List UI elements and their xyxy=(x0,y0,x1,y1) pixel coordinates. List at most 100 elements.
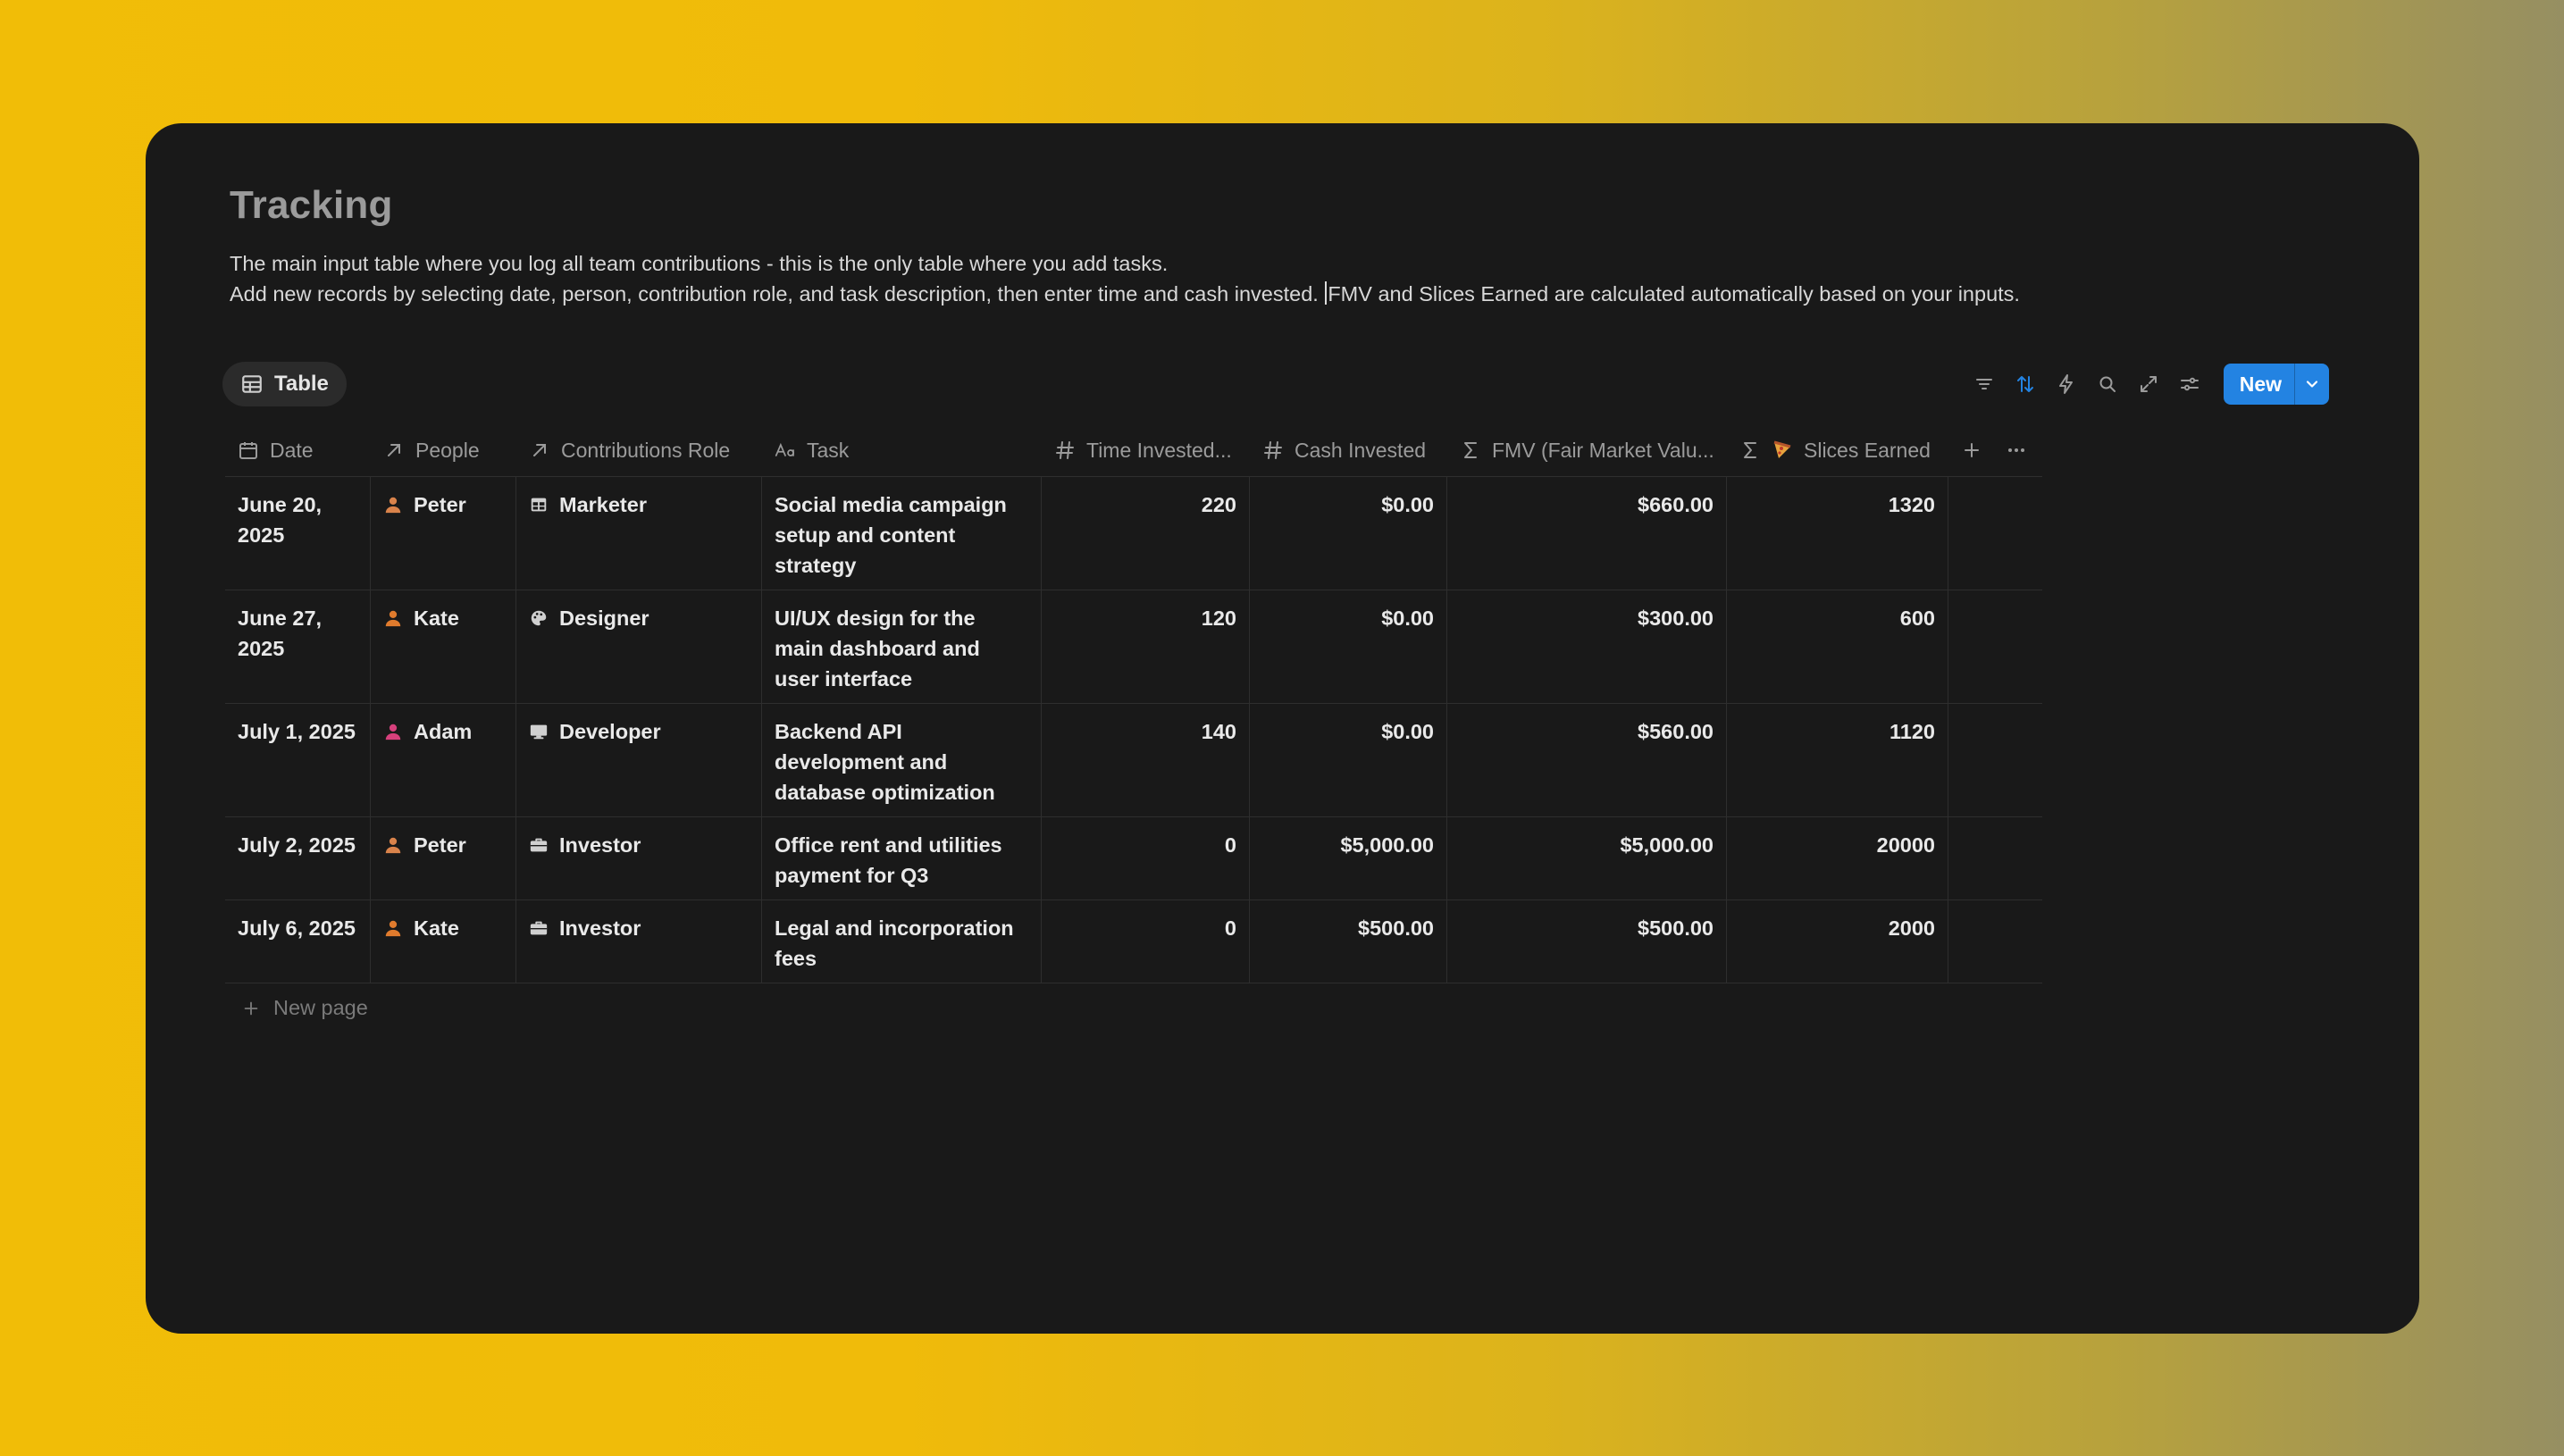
person-name: Peter xyxy=(414,833,466,857)
column-label: Time Invested... xyxy=(1086,438,1232,462)
cell-task[interactable]: Social media campaign setup and content … xyxy=(762,477,1042,590)
cell-slices-earned: 1320 xyxy=(1727,477,1948,590)
person-icon xyxy=(385,610,401,627)
formula-icon xyxy=(1464,442,1477,458)
description-line-2: Add new records by selecting date, perso… xyxy=(230,279,2020,309)
new-page-label: New page xyxy=(273,996,368,1019)
cell-role[interactable]: Designer xyxy=(516,590,762,703)
table-row[interactable]: July 6, 2025 Kate Investor Legal and incorp… xyxy=(225,900,2042,983)
more-icon[interactable] xyxy=(2006,439,2027,461)
table-icon xyxy=(242,375,262,393)
cell-cash-invested[interactable]: $0.00 xyxy=(1250,704,1447,816)
column-header-time[interactable]: Time Invested... xyxy=(1042,424,1250,476)
person-chip[interactable]: Kate xyxy=(383,603,503,633)
cell-date[interactable]: June 27, 2025 xyxy=(225,590,371,703)
person-icon xyxy=(385,837,401,854)
search-button[interactable] xyxy=(2093,370,2122,398)
cell-task[interactable]: Backend API development and database opt… xyxy=(762,704,1042,816)
cell-people[interactable]: Kate xyxy=(371,590,516,703)
role-chip[interactable]: Investor xyxy=(529,830,749,860)
column-header-cash[interactable]: Cash Invested xyxy=(1250,424,1447,476)
role-chip[interactable]: Investor xyxy=(529,913,749,943)
column-header-role[interactable]: Contributions Role xyxy=(516,424,762,476)
role-chip[interactable]: Designer xyxy=(529,603,749,633)
column-header-people[interactable]: People xyxy=(371,424,516,476)
cell-fmv: $5,000.00 xyxy=(1447,817,1727,900)
cell-role[interactable]: Investor xyxy=(516,900,762,983)
cell-role[interactable]: Developer xyxy=(516,704,762,816)
cell-empty xyxy=(1948,590,2042,703)
person-chip[interactable]: Peter xyxy=(383,490,503,520)
column-label: Slices Earned xyxy=(1804,438,1931,462)
person-name: Kate xyxy=(414,916,459,940)
column-header-slices[interactable]: Slices Earned xyxy=(1727,424,1948,476)
filter-button[interactable] xyxy=(1970,370,1998,398)
page-description[interactable]: The main input table where you log all t… xyxy=(230,248,2020,309)
cell-date[interactable]: July 6, 2025 xyxy=(225,900,371,983)
table-row[interactable]: June 27, 2025 Kate Designer UI/UX design fo… xyxy=(225,590,2042,704)
cell-slices-earned: 1120 xyxy=(1727,704,1948,816)
cell-cash-invested[interactable]: $500.00 xyxy=(1250,900,1447,983)
table-row[interactable]: June 20, 2025 Peter Marketer Social media c… xyxy=(225,477,2042,590)
view-settings-button[interactable] xyxy=(2175,370,2204,398)
role-name: Designer xyxy=(559,607,649,630)
cell-task[interactable]: Office rent and utilities payment for Q3 xyxy=(762,817,1042,900)
computer-icon xyxy=(530,724,548,740)
relation-arrow-icon xyxy=(533,444,546,456)
automation-button[interactable] xyxy=(2052,370,2081,398)
table-row[interactable]: July 1, 2025 Adam Developer Backend API dev… xyxy=(225,704,2042,817)
person-chip[interactable]: Kate xyxy=(383,913,503,943)
sort-button[interactable] xyxy=(2011,370,2040,398)
column-label: Date xyxy=(270,438,314,462)
cell-task[interactable]: UI/UX design for the main dashboard and … xyxy=(762,590,1042,703)
new-record-button[interactable]: New xyxy=(2224,364,2294,405)
person-chip[interactable]: Peter xyxy=(383,830,503,860)
expand-button[interactable] xyxy=(2134,370,2163,398)
cell-fmv: $560.00 xyxy=(1447,704,1727,816)
person-name: Peter xyxy=(414,493,466,516)
cell-fmv: $300.00 xyxy=(1447,590,1727,703)
person-chip[interactable]: Adam xyxy=(383,716,503,747)
view-tab-table[interactable]: Table xyxy=(222,362,347,406)
cell-date[interactable]: July 1, 2025 xyxy=(225,704,371,816)
filter-icon xyxy=(1975,379,1992,389)
cell-cash-invested[interactable]: $0.00 xyxy=(1250,590,1447,703)
cell-people[interactable]: Kate xyxy=(371,900,516,983)
column-header-task[interactable]: Task xyxy=(762,424,1042,476)
cell-time-invested[interactable]: 120 xyxy=(1042,590,1250,703)
cell-people[interactable]: Peter xyxy=(371,477,516,590)
cell-people[interactable]: Peter xyxy=(371,817,516,900)
cell-cash-invested[interactable]: $0.00 xyxy=(1250,477,1447,590)
new-record-dropdown[interactable] xyxy=(2294,364,2329,405)
person-icon xyxy=(385,724,401,741)
description-line-2a: Add new records by selecting date, perso… xyxy=(230,282,1319,305)
table-header: Date People Contributions Role Task Time… xyxy=(225,424,2042,477)
number-icon xyxy=(1056,441,1074,459)
column-header-fmv[interactable]: FMV (Fair Market Valu... xyxy=(1447,424,1727,476)
cell-time-invested[interactable]: 0 xyxy=(1042,900,1250,983)
cell-date[interactable]: July 2, 2025 xyxy=(225,817,371,900)
cell-fmv: $660.00 xyxy=(1447,477,1727,590)
cell-role[interactable]: Investor xyxy=(516,817,762,900)
cell-time-invested[interactable]: 140 xyxy=(1042,704,1250,816)
cell-slices-earned: 600 xyxy=(1727,590,1948,703)
role-chip[interactable]: Developer xyxy=(529,716,749,747)
cell-role[interactable]: Marketer xyxy=(516,477,762,590)
role-chip[interactable]: Marketer xyxy=(529,490,749,520)
cell-date[interactable]: June 20, 2025 xyxy=(225,477,371,590)
cell-time-invested[interactable]: 220 xyxy=(1042,477,1250,590)
new-record-button-group: New xyxy=(2223,364,2329,405)
automation-icon xyxy=(2058,374,2073,394)
cell-task[interactable]: Legal and incorporation fees xyxy=(762,900,1042,983)
relation-arrow-icon xyxy=(388,444,400,456)
column-label: Cash Invested xyxy=(1295,438,1427,462)
cell-cash-invested[interactable]: $5,000.00 xyxy=(1250,817,1447,900)
new-page-button[interactable]: New page xyxy=(225,983,2042,1033)
cell-time-invested[interactable]: 0 xyxy=(1042,817,1250,900)
cell-people[interactable]: Adam xyxy=(371,704,516,816)
table-row[interactable]: July 2, 2025 Peter Investor Office rent and… xyxy=(225,817,2042,900)
cell-empty xyxy=(1948,817,2042,900)
column-header-date[interactable]: Date xyxy=(225,424,371,476)
plus-icon[interactable] xyxy=(1961,439,1982,461)
role-name: Developer xyxy=(559,720,661,743)
